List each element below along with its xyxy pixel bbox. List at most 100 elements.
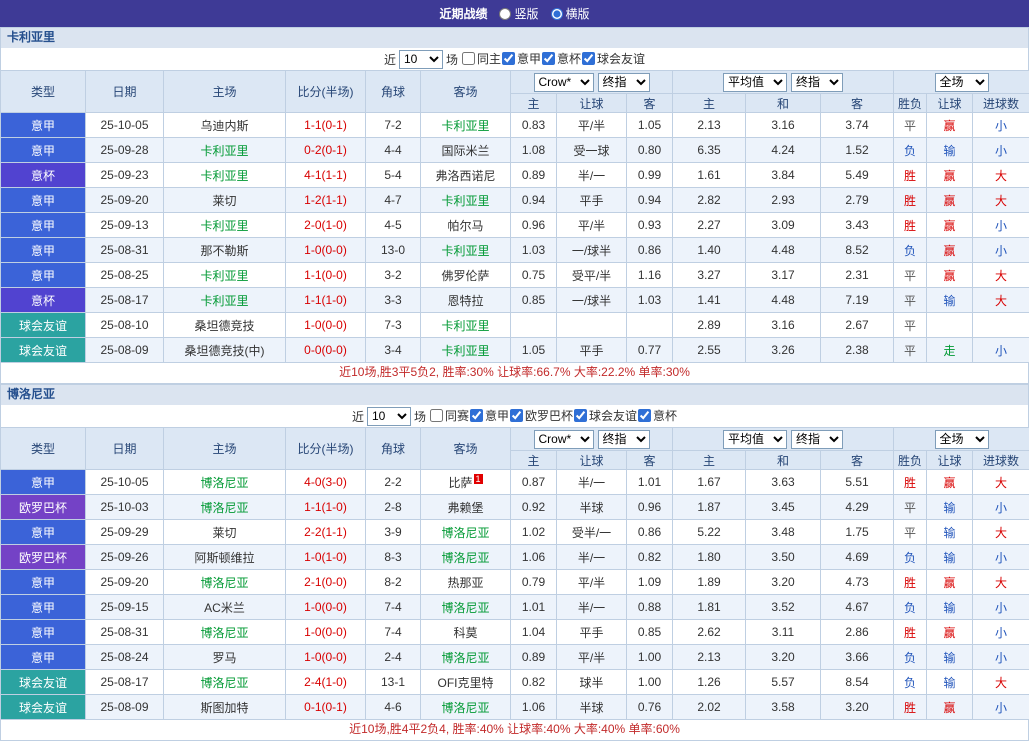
avg-odds-draw: 3.48 [746, 520, 821, 545]
avg-odds-home: 1.26 [673, 670, 746, 695]
handicap-odds-away: 0.86 [627, 238, 673, 263]
handicap-odds-away: 1.16 [627, 263, 673, 288]
layout-option-horizontal[interactable]: 横版 [551, 5, 590, 22]
avg-odds-draw: 3.84 [746, 163, 821, 188]
scope-select[interactable]: 全场 [935, 430, 989, 449]
filter-checkbox-group: 同主意甲意杯球会友谊 [461, 50, 645, 68]
filter-checkbox[interactable] [502, 52, 515, 65]
handicap-line: 平/半 [557, 213, 627, 238]
handicap-result: 赢 [927, 188, 973, 213]
handicap-line: 平/半 [557, 645, 627, 670]
handicap-odds-away: 0.93 [627, 213, 673, 238]
match-row: 意甲25-08-31博洛尼亚1-0(0-0)7-4科莫1.04平手0.852.6… [1, 620, 1029, 645]
home-team: 桑坦德竞技(中) [164, 338, 286, 363]
filter-option[interactable]: 欧罗巴杯 [509, 407, 573, 424]
filter-checkbox[interactable] [430, 409, 443, 422]
final-odds-select[interactable]: 终指 [791, 73, 843, 92]
away-team: 卡利亚里 [421, 113, 511, 138]
match-result: 胜 [894, 213, 927, 238]
avg-odds-draw: 3.63 [746, 470, 821, 495]
match-date: 25-10-05 [86, 470, 164, 495]
match-result: 胜 [894, 188, 927, 213]
filter-checkbox[interactable] [638, 409, 651, 422]
final-odds-select[interactable]: 终指 [598, 430, 650, 449]
average-select[interactable]: 平均值 [723, 430, 787, 449]
avg-odds-home: 2.13 [673, 113, 746, 138]
bookmaker-select[interactable]: Crow* [534, 73, 594, 92]
average-odds-header: 平均值 终指 [673, 428, 894, 451]
team-name: 卡利亚里 [7, 30, 55, 44]
filter-option[interactable]: 同主 [461, 50, 501, 67]
corner-score: 8-2 [366, 570, 421, 595]
filter-checkbox[interactable] [574, 409, 587, 422]
match-date: 25-09-15 [86, 595, 164, 620]
filter-checkbox[interactable] [510, 409, 523, 422]
filter-label: 意甲 [485, 407, 509, 424]
filter-option[interactable]: 同赛 [429, 407, 469, 424]
handicap-odds-away: 0.82 [627, 545, 673, 570]
corner-score: 4-5 [366, 213, 421, 238]
col-header-corner: 角球 [366, 71, 421, 113]
final-odds-select[interactable]: 终指 [791, 430, 843, 449]
avg-odds-home: 1.40 [673, 238, 746, 263]
sub-header-goals: 进球数 [973, 94, 1029, 113]
matches-tbody: 意甲25-10-05乌迪内斯1-1(0-1)7-2卡利亚里0.83平/半1.05… [1, 113, 1029, 363]
match-date: 25-08-24 [86, 645, 164, 670]
horizontal-layout-radio[interactable] [551, 8, 563, 20]
goals-result: 大 [973, 520, 1029, 545]
match-date: 25-10-03 [86, 495, 164, 520]
avg-odds-draw: 3.16 [746, 113, 821, 138]
vertical-layout-radio[interactable] [499, 8, 511, 20]
page-title: 近期战绩 [439, 5, 487, 22]
match-score: 1-2(1-1) [286, 188, 366, 213]
filter-option[interactable]: 球会友谊 [581, 50, 645, 67]
games-count-select[interactable]: 10 [367, 407, 411, 426]
handicap-result: 赢 [927, 570, 973, 595]
handicap-odds-home: 1.05 [511, 338, 557, 363]
scope-select[interactable]: 全场 [935, 73, 989, 92]
goals-result: 大 [973, 188, 1029, 213]
sub-header-result: 胜负 [894, 94, 927, 113]
filter-checkbox[interactable] [462, 52, 475, 65]
col-header-date: 日期 [86, 71, 164, 113]
match-date: 25-08-10 [86, 313, 164, 338]
handicap-line: 半/一 [557, 545, 627, 570]
away-team: 博洛尼亚 [421, 645, 511, 670]
filter-option[interactable]: 意杯 [637, 407, 677, 424]
filter-checkbox[interactable] [542, 52, 555, 65]
filter-option[interactable]: 意甲 [469, 407, 509, 424]
handicap-odds-home: 0.92 [511, 495, 557, 520]
match-score: 1-1(1-0) [286, 495, 366, 520]
final-odds-select[interactable]: 终指 [598, 73, 650, 92]
filter-checkbox[interactable] [582, 52, 595, 65]
corner-score: 2-4 [366, 645, 421, 670]
away-team: 博洛尼亚 [421, 545, 511, 570]
sub-header-goals: 进球数 [973, 451, 1029, 470]
handicap-odds-away: 1.05 [627, 113, 673, 138]
sub-header-avg-away: 客 [821, 451, 894, 470]
handicap-result [927, 313, 973, 338]
league-type-badge: 球会友谊 [1, 313, 86, 338]
home-team: 莱切 [164, 520, 286, 545]
filter-checkbox[interactable] [470, 409, 483, 422]
col-header-corner: 角球 [366, 428, 421, 470]
average-select[interactable]: 平均值 [723, 73, 787, 92]
avg-odds-home: 2.27 [673, 213, 746, 238]
avg-odds-away: 7.19 [821, 288, 894, 313]
handicap-line: 一/球半 [557, 238, 627, 263]
match-result: 平 [894, 495, 927, 520]
handicap-odds-home: 0.87 [511, 470, 557, 495]
games-count-select[interactable]: 10 [399, 50, 443, 69]
avg-odds-away: 2.86 [821, 620, 894, 645]
bookmaker-select[interactable]: Crow* [534, 430, 594, 449]
filter-option[interactable]: 意甲 [501, 50, 541, 67]
corner-score: 3-3 [366, 288, 421, 313]
filter-option[interactable]: 球会友谊 [573, 407, 637, 424]
handicap-odds-home: 1.04 [511, 620, 557, 645]
handicap-line: 平手 [557, 188, 627, 213]
goals-result: 小 [973, 138, 1029, 163]
home-team: 博洛尼亚 [164, 620, 286, 645]
goals-result: 小 [973, 595, 1029, 620]
layout-option-vertical[interactable]: 竖版 [499, 5, 538, 22]
filter-option[interactable]: 意杯 [541, 50, 581, 67]
